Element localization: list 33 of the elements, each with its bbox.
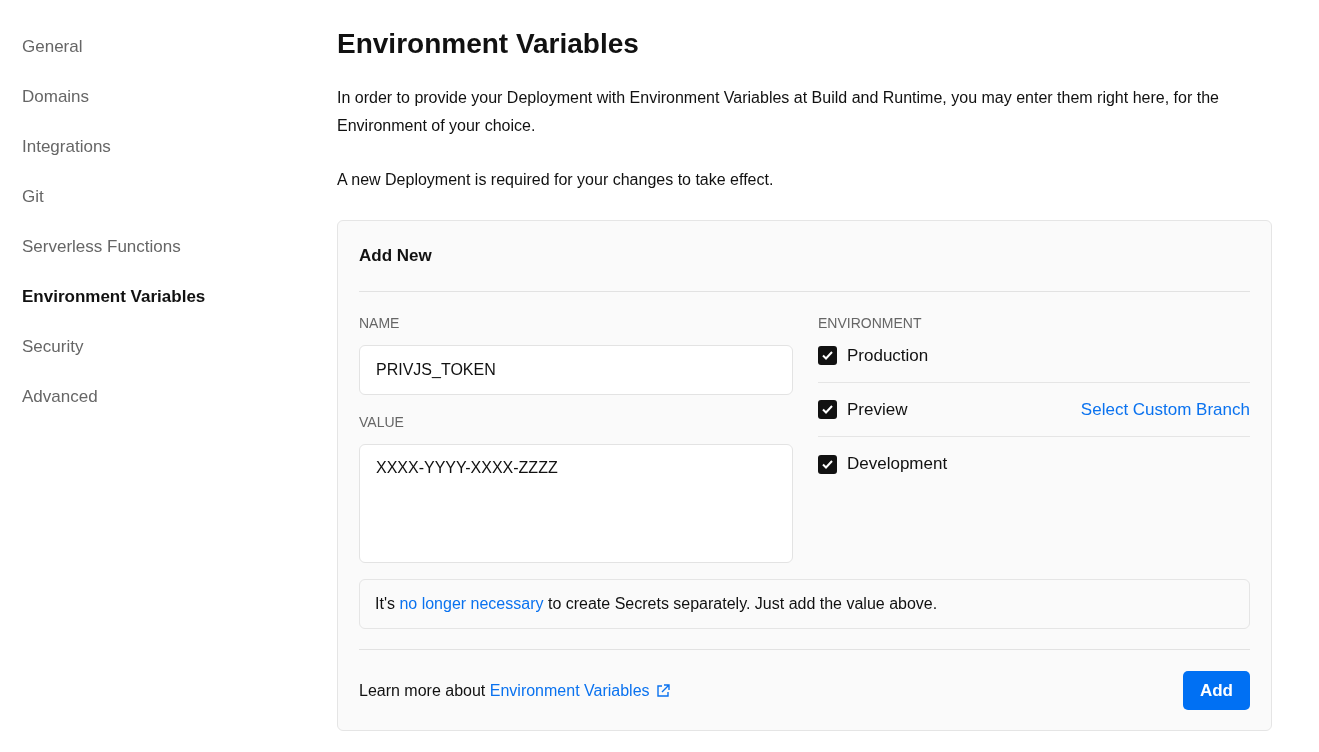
checkbox[interactable] — [818, 346, 837, 365]
sidebar-item[interactable]: Integrations — [22, 134, 111, 159]
page-title: Environment Variables — [337, 27, 640, 61]
field-label: VALUE — [359, 413, 405, 432]
checkbox[interactable] — [818, 400, 837, 419]
check-icon — [822, 351, 833, 360]
field-label: NAME — [359, 314, 401, 333]
custom-branch-link[interactable]: Select Custom Branch — [1080, 399, 1250, 420]
learn-more-text: Learn more about Environment Variables — [359, 681, 670, 700]
description-text: In order to provide your Deployment with Environment Variables at Build and Runtime, you may enter them right here, for the Environment of your choice. — [337, 88, 1220, 136]
name-input-field[interactable]: PRIVJS_TOKEN — [359, 345, 793, 395]
checkbox[interactable] — [818, 454, 837, 474]
sidebar-item[interactable]: Environment Variables — [22, 284, 206, 309]
check-icon — [822, 459, 833, 469]
checkbox-label: Preview — [847, 399, 908, 420]
description-text: A new Deployment is required for your changes to take effect. — [337, 170, 775, 190]
field-label: ENVIRONMENT — [818, 314, 923, 333]
notice-link[interactable]: no longer necessary — [399, 595, 544, 612]
sidebar-item[interactable]: General — [22, 34, 83, 59]
check-icon — [822, 405, 833, 414]
sidebar-item[interactable]: Advanced — [22, 384, 98, 409]
docs-link[interactable]: Environment Variables — [489, 681, 670, 700]
card-title: Add New — [359, 221, 1250, 292]
sidebar-item[interactable]: Serverless Functions — [22, 234, 181, 259]
add-button[interactable]: Add — [1182, 671, 1250, 710]
value-input-field[interactable]: XXXX-YYYY-XXXX-ZZZZ — [359, 444, 793, 563]
sidebar-item[interactable]: Domains — [22, 84, 90, 109]
checkbox-label: Development — [847, 454, 948, 474]
checkbox-label: Production — [847, 345, 929, 366]
sidebar-item[interactable]: Git — [22, 184, 44, 209]
sidebar-item[interactable]: Security — [22, 334, 84, 359]
external-link-icon — [655, 683, 670, 698]
notice-text: It's no longer necessary to create Secrets separately. Just add the value above. — [359, 579, 1250, 629]
